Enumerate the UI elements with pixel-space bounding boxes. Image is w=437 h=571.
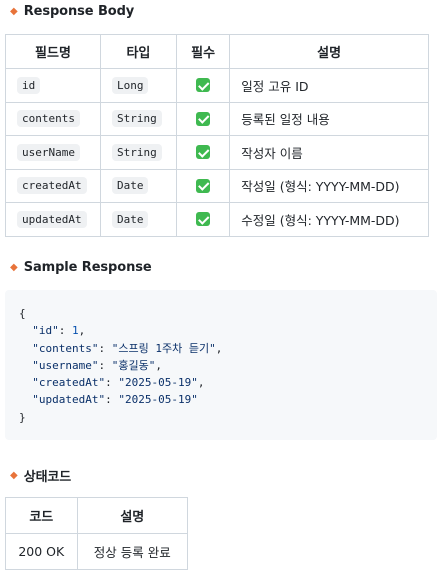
check-icon xyxy=(196,78,211,93)
header-required: 필수 xyxy=(175,34,231,69)
table-row: contents String 등록된 일정 내용 xyxy=(5,101,429,136)
field-name: userName xyxy=(17,143,80,161)
header-field-name: 필드명 xyxy=(5,34,101,69)
field-name: id xyxy=(17,76,41,94)
diamond-bullet-icon: ◆ xyxy=(10,470,18,481)
field-name: updatedAt xyxy=(17,210,87,228)
table-row: createdAt Date 작성일 (형식: YYYY-MM-DD) xyxy=(5,168,429,203)
field-name: createdAt xyxy=(17,177,87,195)
header-code: 코드 xyxy=(5,497,78,534)
field-type: String xyxy=(111,110,162,128)
check-icon xyxy=(196,178,211,193)
table-row: userName String 작성자 이름 xyxy=(5,135,429,170)
status-code-table: 코드 설명 200 OK 정상 등록 완료 xyxy=(5,497,189,570)
table-header-row: 코드 설명 xyxy=(5,497,189,534)
check-icon xyxy=(196,111,211,126)
status-code-title: 상태코드 xyxy=(23,470,72,485)
code-line: "contents": "스프링 1주차 듣기", xyxy=(32,341,223,355)
field-type: Date xyxy=(111,210,149,228)
code-line: } xyxy=(19,410,26,424)
header-type: 타입 xyxy=(99,34,177,69)
sample-response-title: Sample Response xyxy=(23,260,152,275)
table-header-row: 필드명 타입 필수 설명 xyxy=(5,34,429,69)
sample-response-code-block: { "id": 1, "contents": "스프링 1주차 듣기", "us… xyxy=(5,290,437,440)
table-row: 200 OK 정상 등록 완료 xyxy=(5,533,189,570)
field-description: 일정 고유 ID xyxy=(229,68,429,103)
diamond-bullet-icon: ◆ xyxy=(10,262,18,273)
header-description: 설명 xyxy=(229,34,429,69)
field-type: String xyxy=(111,143,162,161)
table-row: updatedAt Date 수정일 (형식: YYYY-MM-DD) xyxy=(5,202,429,237)
diamond-bullet-icon: ◆ xyxy=(10,6,18,17)
field-description: 등록된 일정 내용 xyxy=(229,101,429,136)
code-line: { xyxy=(19,307,26,320)
code-line: "createdAt": "2025-05-19", xyxy=(32,376,205,390)
field-type: Date xyxy=(111,177,149,195)
check-icon xyxy=(196,212,211,227)
header-description: 설명 xyxy=(76,497,189,534)
status-code-value: 200 OK xyxy=(5,533,78,570)
response-body-heading: ◆ Response Body xyxy=(10,4,134,19)
code-line: "username": "홍길동", xyxy=(32,358,162,372)
response-body-table: 필드명 타입 필수 설명 id Long 일정 고유 ID contents S… xyxy=(5,34,429,237)
field-type: Long xyxy=(111,76,149,94)
status-code-heading: ◆ 상태코드 xyxy=(10,466,71,485)
sample-response-heading: ◆ Sample Response xyxy=(10,260,152,275)
field-name: contents xyxy=(17,110,80,128)
code-line: "updatedAt": "2025-05-19" xyxy=(32,393,198,407)
code-line: "id": 1, xyxy=(32,324,86,338)
response-body-title: Response Body xyxy=(23,4,135,19)
field-description: 작성자 이름 xyxy=(229,135,429,170)
field-description: 수정일 (형식: YYYY-MM-DD) xyxy=(229,202,429,237)
check-icon xyxy=(196,145,211,160)
status-code-description: 정상 등록 완료 xyxy=(76,533,189,570)
table-row: id Long 일정 고유 ID xyxy=(5,68,429,103)
field-description: 작성일 (형식: YYYY-MM-DD) xyxy=(229,168,429,203)
